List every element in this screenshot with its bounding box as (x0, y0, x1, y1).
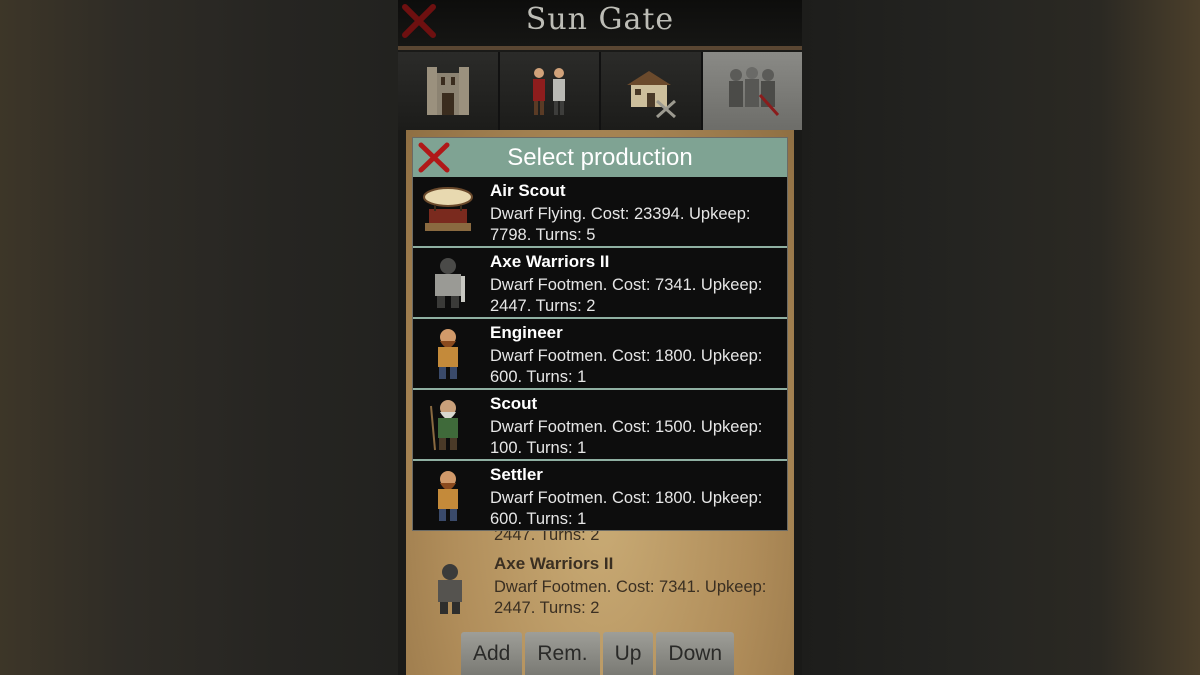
tab-army[interactable] (702, 52, 802, 130)
item-description: Dwarf Footmen. Cost: 1800. Upkeep: 600. … (490, 489, 763, 528)
item-name: Settler (490, 465, 543, 484)
tab-buildings[interactable] (601, 52, 701, 130)
scout-dwarf-icon (430, 400, 458, 451)
item-name: Engineer (490, 323, 563, 342)
castle-icon (426, 67, 469, 115)
up-button[interactable]: Up (602, 632, 654, 675)
select-production-dialog: Select production Air Scout Dwarf Flying… (412, 137, 788, 531)
tab-bar (398, 52, 802, 130)
title-bar: Sun Gate (398, 0, 802, 50)
list-item[interactable]: Scout Dwarf Footmen. Cost: 1500. Upkeep:… (413, 390, 787, 461)
background-blur-left (0, 0, 398, 675)
remove-button[interactable]: Rem. (525, 632, 600, 675)
add-button[interactable]: Add (461, 632, 523, 675)
dialog-title: Select production (507, 144, 693, 171)
dialog-header: Select production (413, 138, 787, 177)
item-name: Scout (490, 394, 538, 413)
tab-castle[interactable] (398, 52, 498, 130)
down-button[interactable]: Down (656, 632, 735, 675)
queue-item-name[interactable]: Axe Warriors II (494, 554, 613, 574)
armored-dwarf-icon (438, 564, 462, 614)
queue-item-line2: 2447. Turns: 2 (494, 599, 600, 617)
army-icon (729, 67, 780, 117)
item-description: Dwarf Flying. Cost: 23394. Upkeep: 7798.… (490, 205, 751, 244)
list-item[interactable]: Air Scout Dwarf Flying. Cost: 23394. Upk… (413, 177, 787, 248)
engineer-dwarf-icon (438, 329, 458, 379)
list-item[interactable]: Engineer Dwarf Footmen. Cost: 1800. Upke… (413, 319, 787, 390)
background-blur-right (802, 0, 1200, 675)
queue-item-line1: Dwarf Footmen. Cost: 7341. Upkeep: (494, 578, 767, 596)
production-list: Air Scout Dwarf Flying. Cost: 23394. Upk… (413, 177, 787, 530)
airship-icon (423, 187, 473, 231)
people-icon (533, 68, 566, 115)
item-description: Dwarf Footmen. Cost: 7341. Upkeep: 2447.… (490, 276, 763, 315)
item-description: Dwarf Footmen. Cost: 1500. Upkeep: 100. … (490, 418, 763, 457)
settler-dwarf-icon (438, 471, 458, 521)
city-title: Sun Gate (525, 2, 675, 37)
item-description: Dwarf Footmen. Cost: 1800. Upkeep: 600. … (490, 347, 763, 386)
buildings-icon (626, 71, 676, 119)
item-name: Air Scout (490, 181, 566, 200)
queue-button-row: Add Rem. Up Down (461, 632, 735, 675)
list-item[interactable]: Axe Warriors II Dwarf Footmen. Cost: 734… (413, 248, 787, 319)
item-name: Axe Warriors II (490, 252, 610, 271)
armored-dwarf-icon (435, 258, 465, 308)
tab-people[interactable] (499, 52, 599, 130)
list-item[interactable]: Settler Dwarf Footmen. Cost: 1800. Upkee… (413, 461, 787, 530)
